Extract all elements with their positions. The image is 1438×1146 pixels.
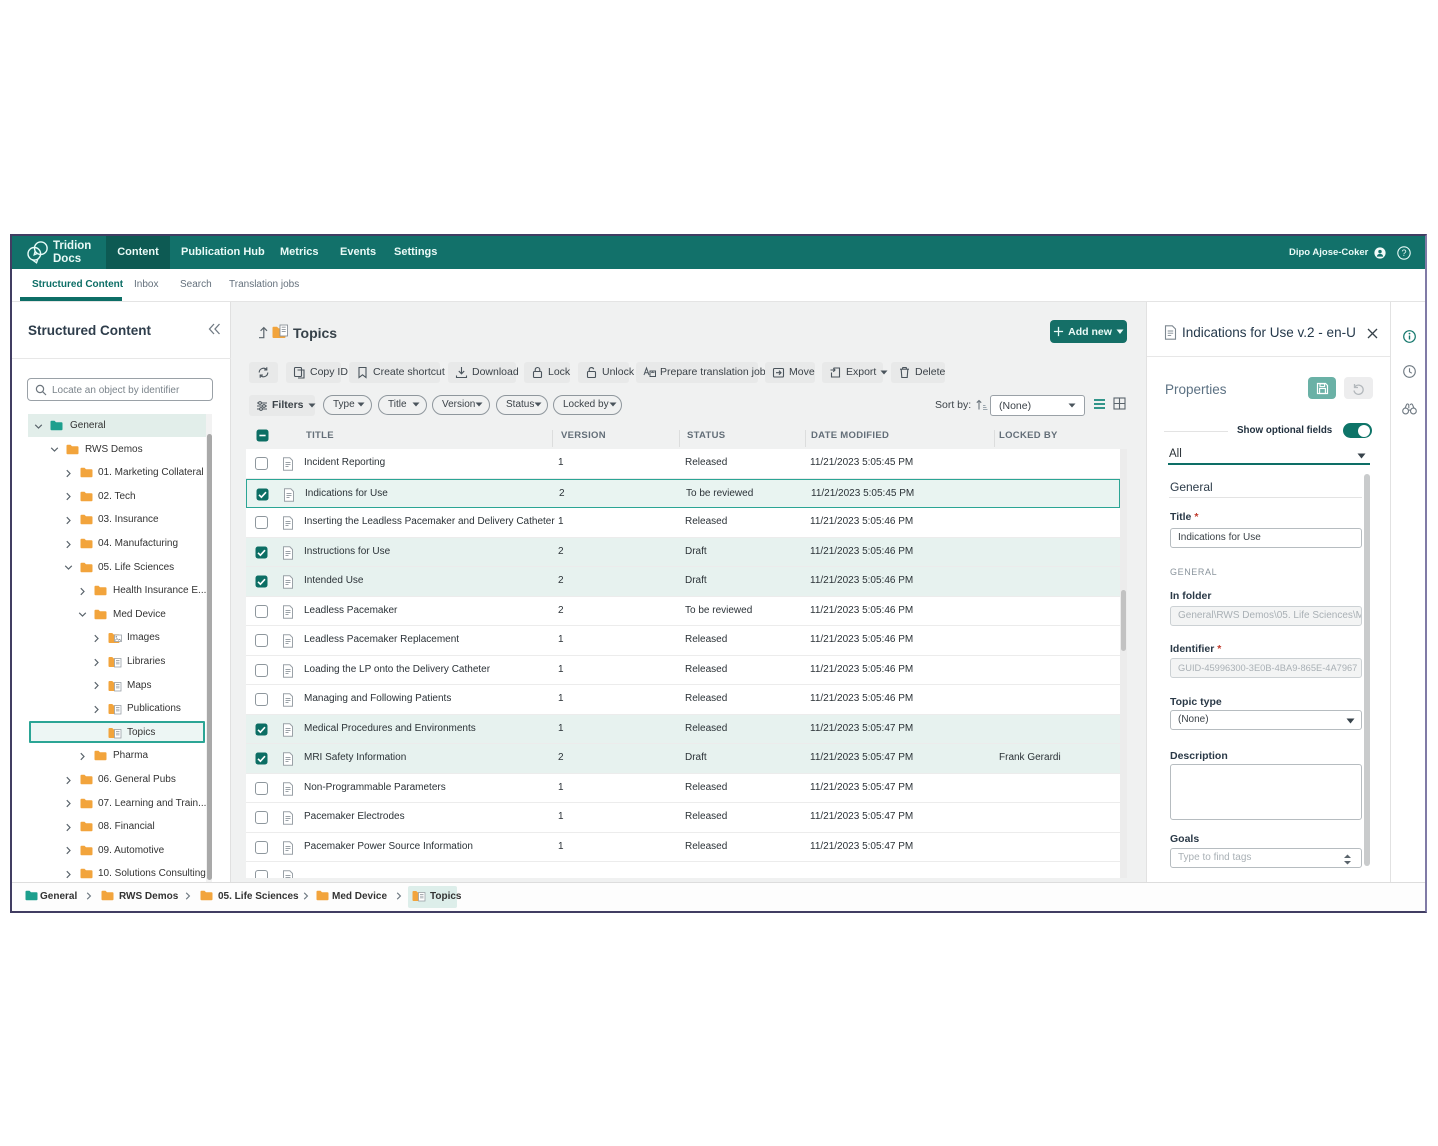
svg-text:?: ? [1401, 248, 1406, 258]
